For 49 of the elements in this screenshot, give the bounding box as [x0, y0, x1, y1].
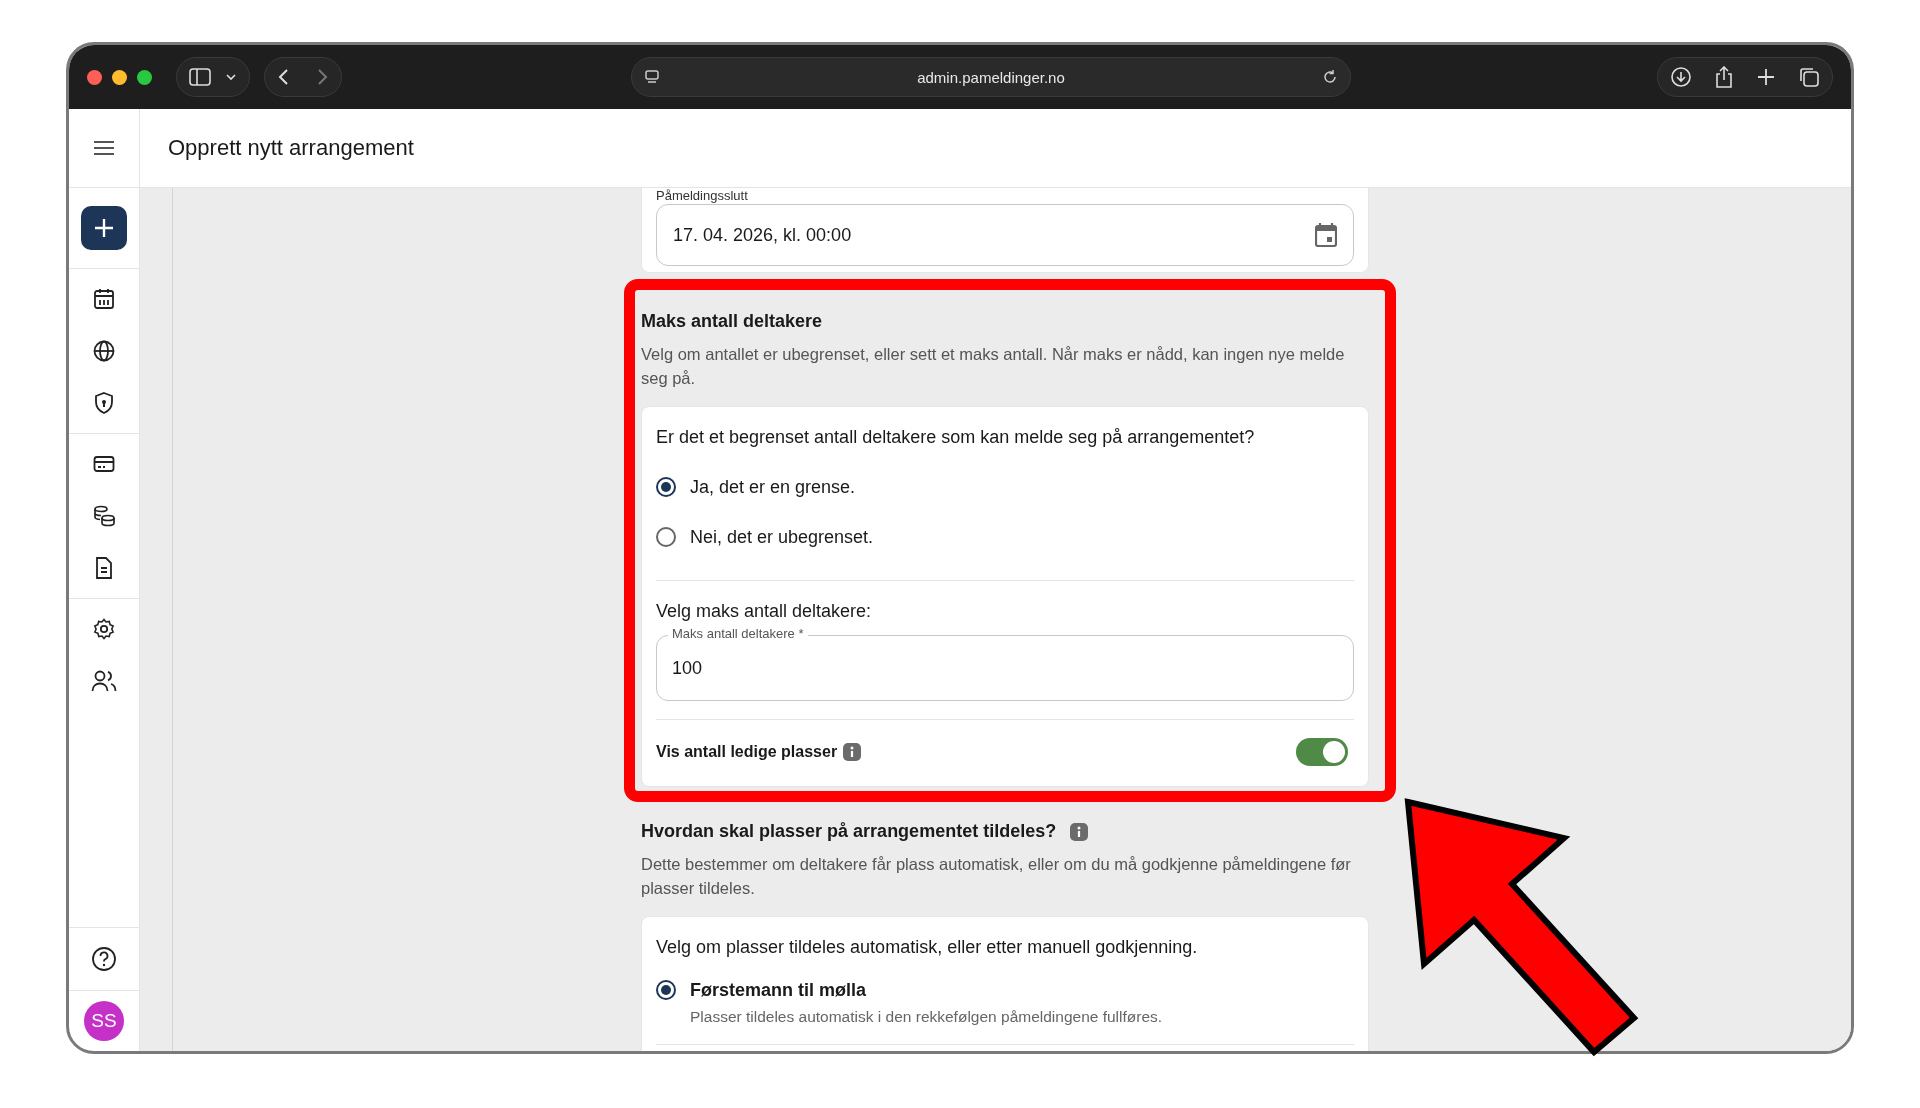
option-description: Plasser tildeles automatisk i den rekkefølgen påmeldingene fullføres.: [690, 1008, 1164, 1026]
page-title: Opprett nytt arrangement: [168, 135, 414, 161]
reload-icon[interactable]: [1322, 69, 1338, 85]
radio-icon[interactable]: [656, 980, 676, 1000]
field-prompt: Velg maks antall deltakere:: [656, 601, 873, 622]
plus-icon: [93, 217, 115, 239]
toggle-switch[interactable]: [1296, 738, 1348, 766]
page-icon: [644, 69, 660, 85]
radio-option[interactable]: Førstemann til mølla: [656, 972, 1354, 1008]
user-avatar[interactable]: SS: [84, 1001, 124, 1041]
menu-icon[interactable]: [93, 140, 115, 156]
section-description: Dette bestemmer om deltakere får plass automatisk, eller om du må godkjenne påmeldingene før plasser tildeles.: [641, 854, 1352, 899]
settings-icon[interactable]: [92, 617, 116, 641]
address-bar[interactable]: admin.pameldinger.no: [631, 57, 1351, 97]
users-icon[interactable]: [91, 669, 117, 693]
section-title: Hvordan skal plasser på arrangementet tildeles?: [641, 821, 1057, 842]
tabs-icon[interactable]: [1798, 66, 1820, 88]
url-text: admin.pameldinger.no: [916, 68, 1066, 86]
calendar-icon[interactable]: [92, 287, 116, 311]
sidebar-toggle-button[interactable]: [176, 57, 250, 97]
info-icon[interactable]: [843, 743, 862, 761]
section-description: Velg om antallet er ubegrenset, eller sett et maks antall. Når maks er nådd, kan ingen nye melde seg på.: [641, 344, 1346, 389]
download-icon[interactable]: [1670, 66, 1692, 88]
maximize-icon[interactable]: [137, 69, 152, 85]
back-icon[interactable]: [277, 68, 291, 86]
coins-icon[interactable]: [92, 504, 116, 528]
help-icon[interactable]: [91, 946, 117, 972]
radio-icon[interactable]: [656, 527, 676, 547]
section-title: Maks antall deltakere: [641, 311, 824, 332]
question-text: Velg om plasser tildeles automatisk, eller etter manuell godkjenning.: [656, 937, 1199, 958]
radio-option[interactable]: Nei, det er ubegrenset.: [656, 512, 1354, 562]
plus-icon[interactable]: [1756, 67, 1776, 87]
radio-option[interactable]: Ja, det er en grense.: [656, 462, 1354, 512]
number-field[interactable]: Maks antall deltakere * 100: [656, 626, 1354, 701]
add-button[interactable]: [81, 206, 127, 250]
sidebar-icon: [189, 68, 211, 86]
caret-icon: [225, 73, 237, 81]
share-icon[interactable]: [1714, 66, 1734, 88]
forward-icon[interactable]: [315, 68, 329, 86]
minimize-icon[interactable]: [112, 69, 127, 85]
info-icon[interactable]: [1070, 822, 1089, 841]
toggle-label: Vis antall ledige plasser: [656, 743, 838, 761]
question-text: Er det et begrenset antall deltakere som kan melde seg på arrangementet?: [656, 427, 1256, 448]
date-field[interactable]: 17. 04. 2026, kl. 00:00: [656, 204, 1354, 266]
globe-icon[interactable]: [92, 339, 116, 363]
radio-icon[interactable]: [656, 477, 676, 497]
close-icon[interactable]: [87, 69, 102, 85]
shield-icon[interactable]: [92, 391, 116, 415]
field-label: Påmeldingsslutt: [656, 188, 749, 204]
